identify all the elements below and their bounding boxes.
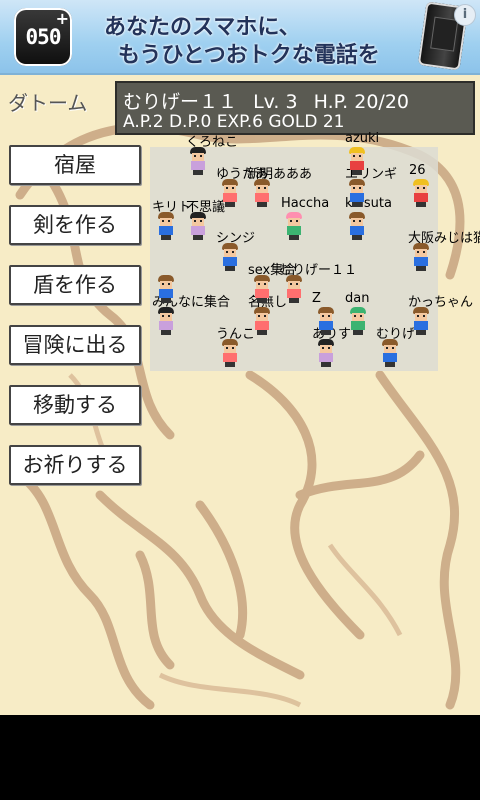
player-sprite[interactable]	[348, 307, 368, 335]
ad-logo-icon[interactable]: 050 +	[14, 8, 72, 66]
player-sprite[interactable]	[347, 147, 367, 175]
player-sprite[interactable]	[188, 147, 208, 175]
player-name: むりげー１１	[123, 91, 238, 113]
player-sprite[interactable]	[347, 179, 367, 207]
player-sprite[interactable]	[380, 339, 400, 367]
move-button[interactable]: 移動する	[9, 385, 141, 425]
experience: EXP.6	[216, 112, 263, 132]
player-sprite[interactable]	[188, 212, 208, 240]
pray-button[interactable]: お祈りする	[9, 445, 141, 485]
gold: GOLD 21	[268, 112, 345, 132]
player-sprite[interactable]	[411, 243, 431, 271]
player-sprite[interactable]	[316, 339, 336, 367]
player-sprite[interactable]	[252, 179, 272, 207]
hp-label: H.P.	[313, 91, 349, 113]
player-sprite[interactable]	[156, 275, 176, 303]
ad-headline-2: もうひとつおトクな電話を	[118, 43, 380, 68]
adventure-button[interactable]: 冒険に出る	[9, 325, 141, 365]
info-icon[interactable]: i	[454, 4, 476, 26]
player-sprite[interactable]	[252, 275, 272, 303]
player-label: Z	[312, 291, 321, 306]
make-shield-button[interactable]: 盾を作る	[9, 265, 141, 305]
player-sprite[interactable]	[284, 275, 304, 303]
hp-value: 20/20	[354, 91, 409, 113]
attack-power: A.P.2	[123, 112, 164, 132]
player-sprite[interactable]	[220, 179, 240, 207]
player-sprite[interactable]	[220, 339, 240, 367]
player-sprite[interactable]	[220, 243, 240, 271]
make-sword-button[interactable]: 剣を作る	[9, 205, 141, 245]
player-sprite[interactable]	[411, 307, 431, 335]
player-status-panel: むりげー１１ Lv. 3 H.P. 20/20 A.P.2 D.P.0 EXP.…	[115, 81, 475, 135]
ad-logo-number: 050	[25, 25, 62, 49]
town-name: ダトーム	[8, 91, 88, 115]
player-sprite[interactable]	[252, 307, 272, 335]
inn-button[interactable]: 宿屋	[9, 145, 141, 185]
player-sprite[interactable]	[156, 307, 176, 335]
defense-power: D.P.0	[168, 112, 212, 132]
level-label: Lv.	[253, 91, 280, 113]
player-sprite[interactable]	[284, 212, 304, 240]
level-value: 3	[285, 91, 298, 113]
player-sprite[interactable]	[316, 307, 336, 335]
player-label: Haccha	[281, 196, 330, 211]
player-label: 26	[409, 163, 426, 178]
game-screen[interactable]: ダトーム むりげー１１ Lv. 3 H.P. 20/20 A.P.2 D.P.0…	[0, 75, 480, 715]
player-sprite[interactable]	[347, 212, 367, 240]
ad-banner[interactable]: 050 + あなたのスマホに、 もうひとつおトクな電話を i	[0, 0, 480, 75]
player-label: azuki	[345, 131, 380, 146]
player-label: dan	[345, 291, 370, 306]
player-sprite[interactable]	[411, 179, 431, 207]
ad-logo-plus: +	[55, 9, 69, 28]
player-sprite[interactable]	[156, 212, 176, 240]
